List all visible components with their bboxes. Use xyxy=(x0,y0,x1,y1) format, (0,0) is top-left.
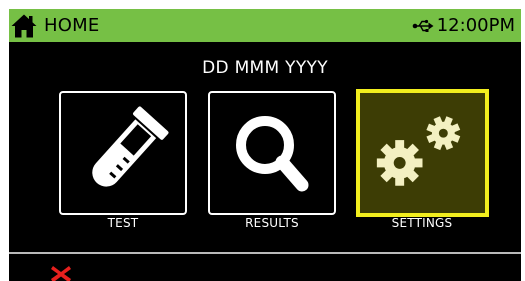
gears-icon xyxy=(376,116,461,186)
home-label: HOME xyxy=(44,15,100,36)
test-button[interactable] xyxy=(59,91,187,215)
settings-button[interactable] xyxy=(356,89,489,217)
close-icon[interactable] xyxy=(50,264,72,281)
home-button[interactable]: HOME xyxy=(11,12,99,39)
bottom-bar xyxy=(9,252,521,281)
results-label: RESULTS xyxy=(245,216,299,230)
magnifier-icon xyxy=(236,116,309,192)
home-icon xyxy=(11,14,37,37)
device-frame: HOME 12:00PM DD MMM YYYY TEST RESULTS SE… xyxy=(0,0,525,281)
status-bar: HOME 12:00PM xyxy=(9,9,521,42)
test-tube-icon xyxy=(92,106,169,187)
test-label: TEST xyxy=(107,216,139,230)
status-right: 12:00PM xyxy=(412,12,515,39)
results-button[interactable] xyxy=(208,91,336,215)
date-display: DD MMM YYYY xyxy=(202,58,328,78)
device-screen: HOME 12:00PM DD MMM YYYY TEST RESULTS SE… xyxy=(9,9,521,281)
clock: 12:00PM xyxy=(436,15,515,36)
usb-icon xyxy=(412,19,434,32)
settings-label: SETTINGS xyxy=(391,216,453,230)
